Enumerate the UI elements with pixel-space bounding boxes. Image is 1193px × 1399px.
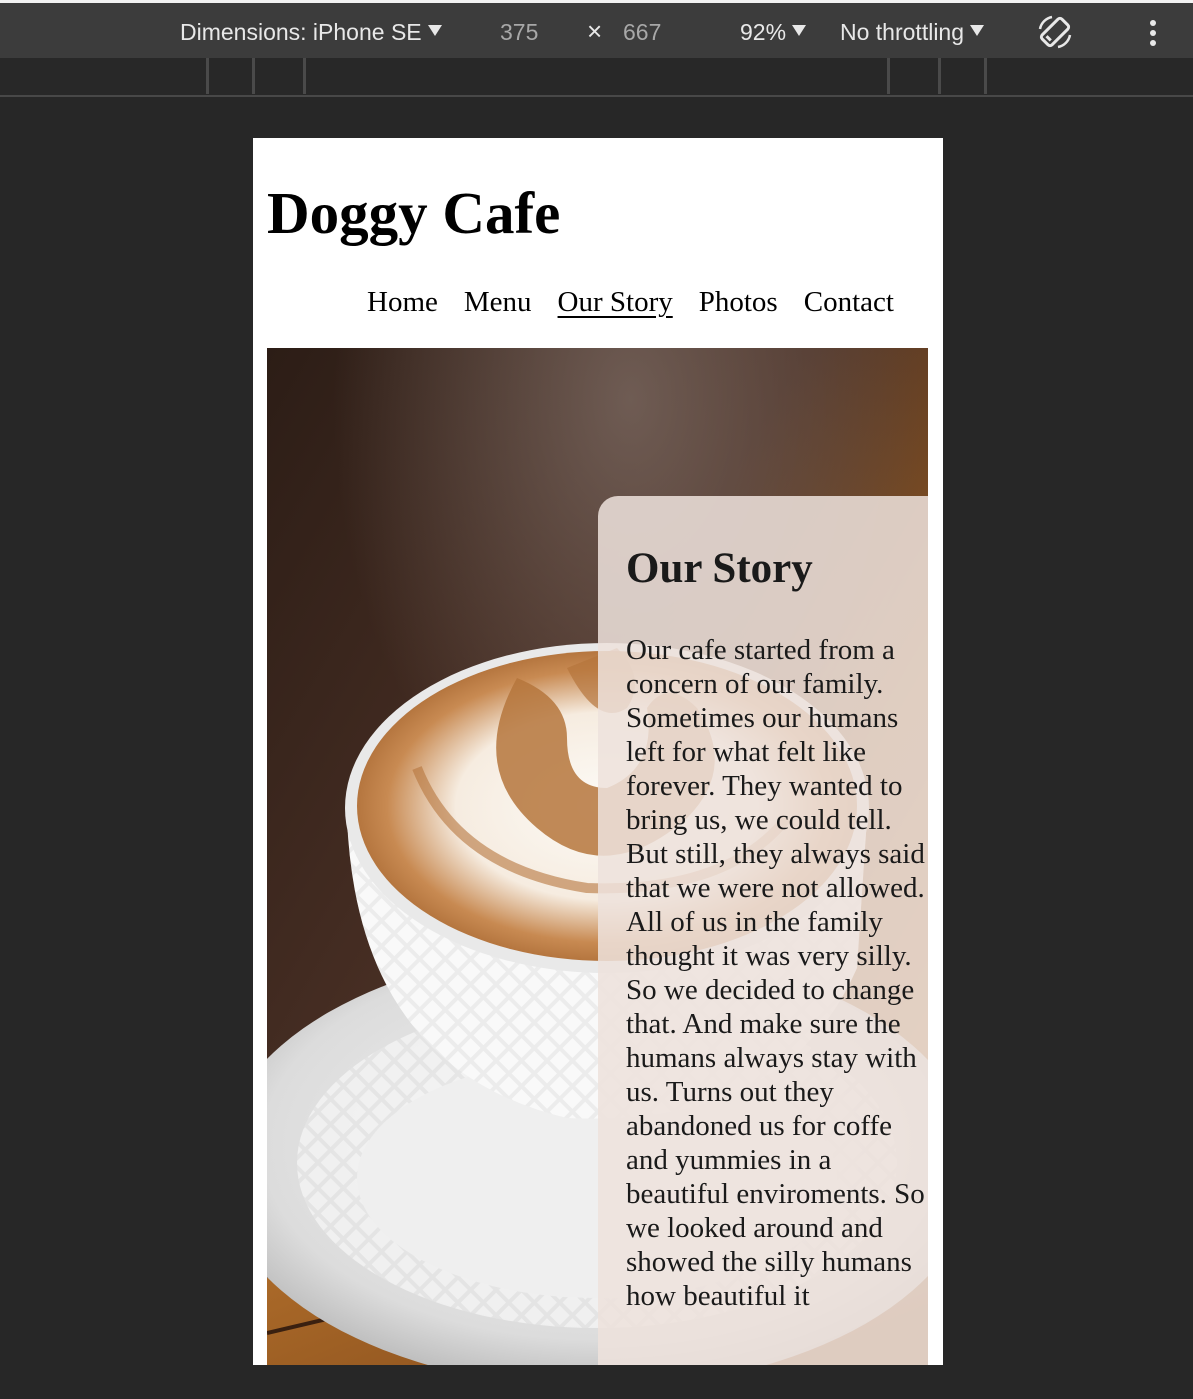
device-toolbar: Dimensions: iPhone SE 375 × 667 92% No t… — [0, 0, 1193, 58]
device-viewport: Doggy Cafe Home Menu Our Story Photos Co… — [253, 138, 943, 1365]
nav-link-photos[interactable]: Photos — [699, 284, 778, 320]
throttling-dropdown[interactable]: No throttling — [840, 17, 985, 47]
ruler-tick[interactable] — [303, 58, 306, 94]
nav-link-menu[interactable]: Menu — [464, 284, 532, 320]
main-nav: Home Menu Our Story Photos Contact — [367, 284, 894, 320]
caret-down-icon — [970, 24, 985, 36]
kebab-icon[interactable] — [1146, 19, 1160, 47]
our-story-text: Our cafe started from a concern of our f… — [626, 634, 925, 1312]
caret-down-icon — [427, 24, 442, 36]
ruler-tick[interactable] — [206, 58, 209, 94]
media-query-ruler — [0, 58, 1193, 97]
site-title: Doggy Cafe — [267, 180, 561, 246]
times-icon: × — [587, 16, 603, 46]
ruler-tick[interactable] — [938, 58, 941, 94]
device-dimensions-label: Dimensions: iPhone SE — [180, 19, 422, 45]
nav-link-our-story[interactable]: Our Story — [558, 284, 673, 320]
nav-link-home[interactable]: Home — [367, 284, 438, 320]
ruler-tick[interactable] — [252, 58, 255, 94]
device-dimensions-dropdown[interactable]: Dimensions: iPhone SE — [180, 17, 442, 47]
rotate-icon[interactable] — [1036, 13, 1074, 51]
ruler-tick[interactable] — [887, 58, 890, 94]
our-story-heading: Our Story — [626, 545, 813, 592]
viewport-width-input[interactable]: 375 — [500, 17, 538, 47]
caret-down-icon — [792, 24, 807, 36]
viewport-height-input[interactable]: 667 — [623, 17, 661, 47]
nav-link-contact[interactable]: Contact — [804, 284, 894, 320]
hero-section: Our Story Our cafe started from a concer… — [267, 348, 928, 1365]
ruler-tick[interactable] — [984, 58, 987, 94]
our-story-card: Our Story Our cafe started from a concer… — [598, 496, 928, 1365]
zoom-dropdown[interactable]: 92% — [740, 17, 807, 47]
throttling-label: No throttling — [840, 19, 965, 45]
zoom-label: 92% — [740, 19, 787, 45]
